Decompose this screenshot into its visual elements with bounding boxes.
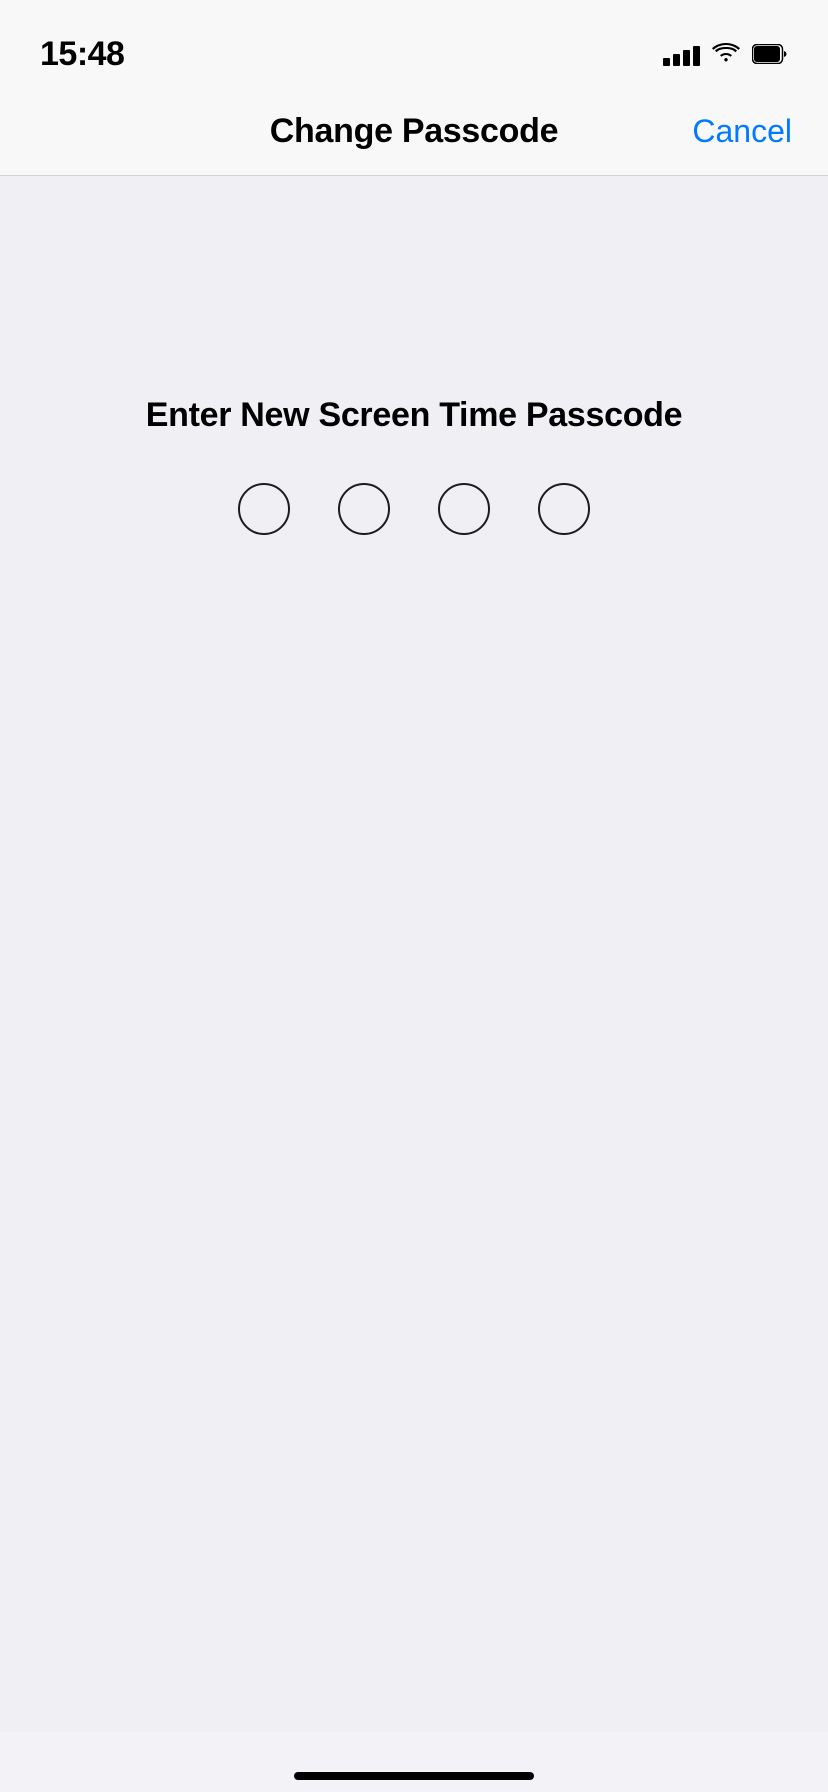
- passcode-dot-2: [338, 483, 390, 535]
- passcode-dot-3: [438, 483, 490, 535]
- signal-bar-2: [673, 54, 680, 66]
- signal-bar-3: [683, 50, 690, 66]
- passcode-dots: [238, 483, 590, 535]
- passcode-prompt: Enter New Screen Time Passcode: [146, 396, 683, 435]
- status-time: 15:48: [40, 35, 124, 74]
- wifi-icon: [712, 44, 740, 64]
- battery-icon: [752, 44, 788, 64]
- status-bar: 15:48: [0, 0, 828, 88]
- passcode-dot-4: [538, 483, 590, 535]
- cancel-button[interactable]: Cancel: [692, 113, 792, 150]
- signal-bar-1: [663, 58, 670, 66]
- main-content: Enter New Screen Time Passcode: [0, 176, 828, 1732]
- page-title: Change Passcode: [270, 112, 558, 151]
- signal-bar-4: [693, 46, 700, 66]
- signal-icon: [663, 42, 700, 66]
- passcode-dot-1: [238, 483, 290, 535]
- nav-bar: Change Passcode Cancel: [0, 88, 828, 176]
- status-icons: [663, 42, 788, 66]
- home-indicator: [294, 1772, 534, 1780]
